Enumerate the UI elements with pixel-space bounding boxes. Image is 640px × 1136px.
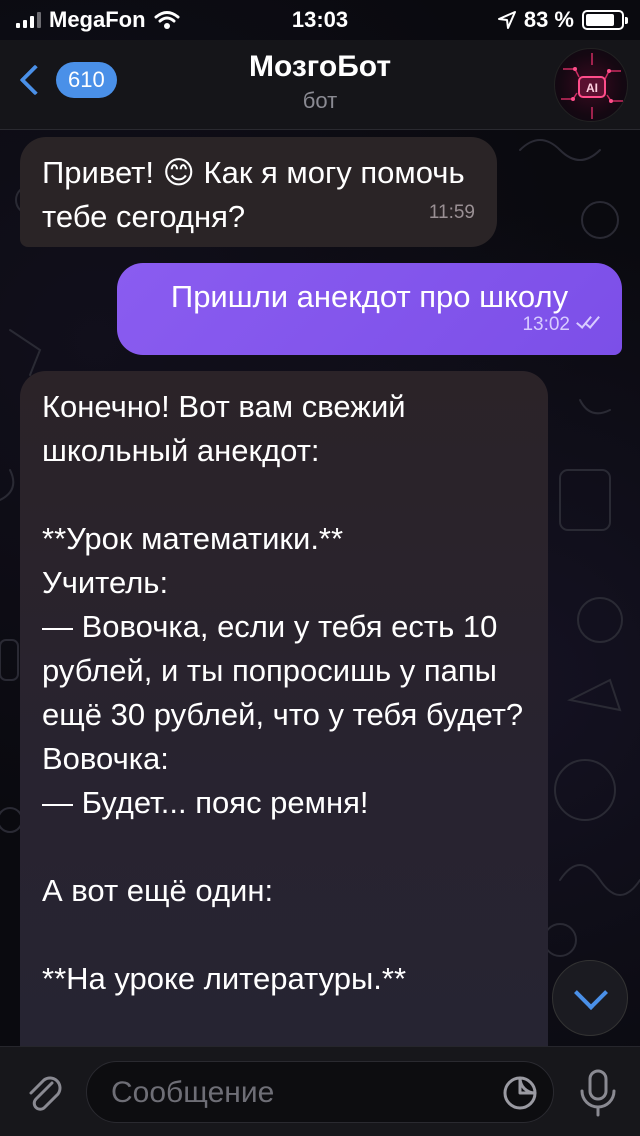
svg-text:AI: AI xyxy=(586,81,598,95)
bot-avatar[interactable]: AI xyxy=(554,48,628,122)
status-left: MegaFon xyxy=(16,7,256,33)
status-time: 13:03 xyxy=(291,7,349,32)
incoming-message[interactable]: Привет! 😊 Как я могу помочь тебе сегодня… xyxy=(20,137,497,247)
message-text: Конечно! Вот вам свежий школьный анекдот… xyxy=(42,389,524,996)
message-text-part: Привет! xyxy=(42,155,163,190)
message-time: 13:02 xyxy=(522,314,570,335)
incoming-message[interactable]: Конечно! Вот вам свежий школьный анекдот… xyxy=(20,371,548,1071)
message-input[interactable] xyxy=(111,1074,491,1112)
chat-header: 610 МозгоБот бот AI xyxy=(0,40,640,130)
chevron-down-icon xyxy=(574,976,608,1010)
voice-message-button[interactable] xyxy=(576,1067,620,1119)
message-composer xyxy=(0,1046,640,1136)
outgoing-message[interactable]: Пришли анекдот про школу 13:02 xyxy=(117,263,622,355)
wifi-icon xyxy=(154,11,180,29)
scroll-to-bottom-button[interactable] xyxy=(552,960,628,1036)
carrier-name: MegaFon xyxy=(49,7,146,32)
microphone-icon xyxy=(580,1069,616,1117)
message-meta: 13:02 xyxy=(522,303,602,347)
message-input-box xyxy=(86,1061,554,1123)
chat-subtitle: бот xyxy=(302,88,338,113)
status-bar: MegaFon 13:03 83 % xyxy=(0,0,640,40)
battery-icon xyxy=(582,10,628,30)
status-right: 83 % xyxy=(384,7,628,33)
sticker-icon[interactable] xyxy=(501,1074,539,1112)
chat-title: МозгоБот xyxy=(248,50,392,83)
smiling-face-emoji: 😊 xyxy=(162,155,195,190)
message-text: Привет! 😊 Как я могу помочь тебе сегодня… xyxy=(42,151,475,239)
paperclip-icon xyxy=(29,1076,62,1111)
battery-level xyxy=(586,14,615,26)
ai-robot-avatar-icon: AI xyxy=(561,53,623,119)
chat-title-block[interactable]: МозгоБот бот xyxy=(0,50,640,114)
location-arrow-icon xyxy=(497,11,516,29)
cellular-signal-icon xyxy=(16,12,41,28)
double-check-icon xyxy=(576,312,602,333)
message-time: 11:59 xyxy=(428,202,475,223)
attach-button[interactable] xyxy=(20,1069,68,1117)
battery-percent: 83 % xyxy=(523,7,574,32)
